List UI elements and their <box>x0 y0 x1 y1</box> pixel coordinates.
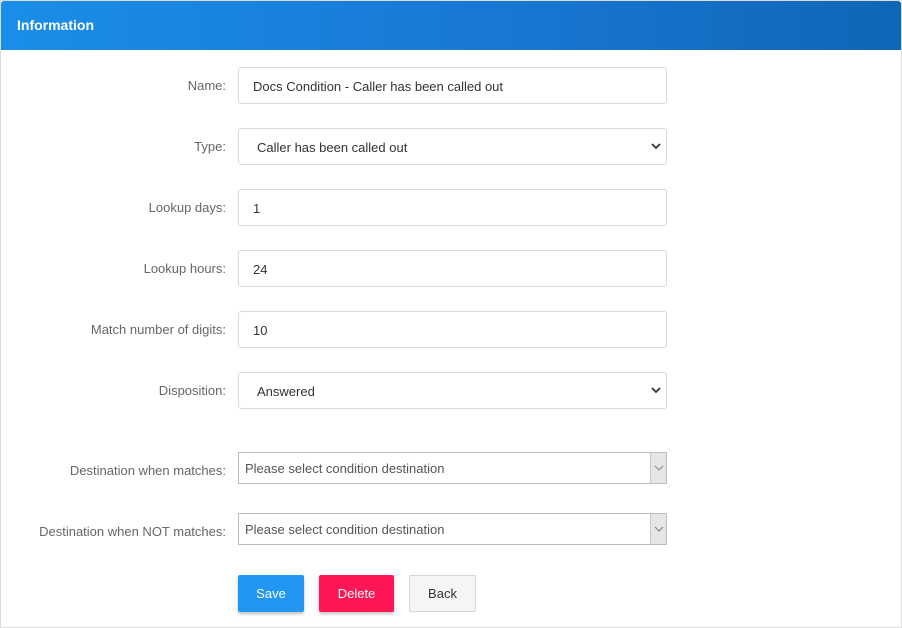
type-value: Caller has been called out <box>257 140 408 155</box>
match-digits-value: 10 <box>253 323 268 338</box>
name-value: Docs Condition - Caller has been called … <box>253 79 504 94</box>
save-button[interactable]: Save <box>238 575 304 612</box>
type-select[interactable]: Caller has been called out <box>238 128 667 165</box>
information-panel: Information Name: Docs Condition - Calle… <box>0 0 902 628</box>
dest-not-match-value: Please select condition destination <box>245 522 445 537</box>
lookup-days-input[interactable]: 1 <box>238 189 667 226</box>
disposition-select[interactable]: Answered <box>238 372 667 409</box>
dest-not-match-label: Destination when NOT matches: <box>39 524 226 539</box>
chevron-down-icon <box>651 143 661 150</box>
disposition-label: Disposition: <box>158 383 226 398</box>
delete-button[interactable]: Delete <box>319 575 394 612</box>
type-label: Type: <box>194 139 226 154</box>
match-digits-input[interactable]: 10 <box>238 311 667 348</box>
panel-title: Information <box>17 17 94 33</box>
lookup-hours-value: 24 <box>253 262 268 277</box>
dropdown-arrow[interactable] <box>650 514 666 544</box>
lookup-days-label: Lookup days: <box>148 200 226 215</box>
name-label: Name: <box>187 78 226 93</box>
dropdown-arrow[interactable] <box>650 453 666 483</box>
match-digits-label: Match number of digits: <box>90 322 226 337</box>
dest-match-label: Destination when matches: <box>69 463 226 478</box>
lookup-hours-input[interactable]: 24 <box>238 250 667 287</box>
dest-not-match-select[interactable]: Please select condition destination <box>238 513 667 545</box>
dest-match-value: Please select condition destination <box>245 461 445 476</box>
dest-match-select[interactable]: Please select condition destination <box>238 452 667 484</box>
chevron-down-icon <box>654 526 664 532</box>
lookup-days-value: 1 <box>253 201 261 216</box>
chevron-down-icon <box>651 387 661 394</box>
lookup-hours-label: Lookup hours: <box>143 261 226 276</box>
disposition-value: Answered <box>257 384 315 399</box>
back-button[interactable]: Back <box>409 575 476 612</box>
chevron-down-icon <box>654 465 664 471</box>
panel-header: Information <box>1 1 901 50</box>
name-input[interactable]: Docs Condition - Caller has been called … <box>238 67 667 104</box>
